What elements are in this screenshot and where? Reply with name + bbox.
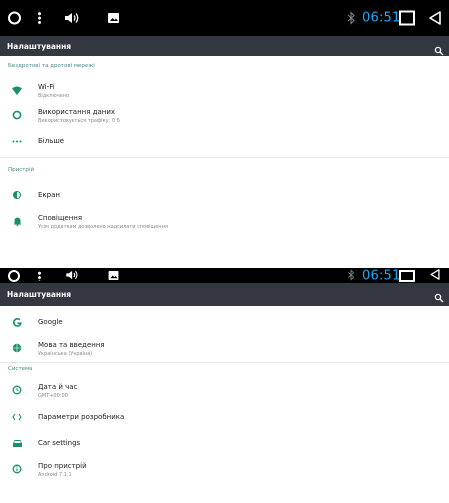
circle-icon[interactable] (8, 269, 20, 282)
status-bar: 06:51 (0, 0, 449, 36)
section-header-device: Пристрій (8, 167, 35, 173)
list-item-google[interactable]: Google (0, 310, 449, 334)
list-item-date-time[interactable]: Дата й час GMT+00:00 (0, 378, 449, 402)
clock-text: 06:51 (362, 268, 401, 283)
list-item-subtitle: GMT+00:00 (38, 393, 68, 399)
page-title: Налаштування (7, 41, 72, 51)
developer-icon (11, 411, 23, 423)
circle-icon[interactable] (8, 11, 21, 25)
settings-screenshot-bottom: 06:51 Налаштування Google Мова та введен… (0, 268, 449, 503)
google-icon (11, 316, 23, 328)
list-item-language[interactable]: Мова та введення Українська (Україна) (0, 336, 449, 360)
list-item-wifi[interactable]: Wi-Fi Відключено (0, 78, 449, 102)
list-item-car-settings[interactable]: Car settings (0, 431, 449, 455)
divider (0, 157, 449, 158)
clock-text: 06:51 (362, 10, 401, 26)
more-icon (11, 135, 23, 147)
back-icon[interactable] (429, 11, 441, 25)
square-icon[interactable] (399, 269, 415, 282)
settings-screenshot-top: 06:51 Налаштування Бездротові та дротові… (0, 0, 449, 248)
square-icon[interactable] (399, 10, 415, 26)
divider (0, 362, 449, 363)
app-toolbar: Налаштування (0, 36, 449, 56)
list-item-title: Екран (38, 191, 60, 199)
list-item-developer-options[interactable]: Параметри розробника (0, 405, 449, 429)
bluetooth-icon (347, 11, 355, 25)
list-item-subtitle: Українська (Україна) (38, 351, 93, 357)
page-title: Налаштування (7, 290, 72, 299)
search-icon[interactable] (434, 41, 444, 56)
data-usage-icon (11, 109, 23, 121)
info-icon (11, 463, 23, 475)
list-item-about-device[interactable]: Про пристрій Android 7.1.1 (0, 457, 449, 481)
list-item-title: Параметри розробника (38, 413, 125, 421)
section-header-wireless: Бездротові та дротові мережі (8, 63, 95, 69)
list-item-subtitle: Android 7.1.1 (38, 472, 72, 478)
clock-icon (11, 384, 23, 396)
list-item-title: Google (38, 318, 63, 326)
car-icon (11, 437, 23, 449)
brightness-icon (11, 189, 23, 201)
language-icon (11, 342, 23, 354)
image-icon[interactable] (108, 13, 119, 23)
status-bar: 06:51 (0, 268, 449, 283)
list-item-subtitle: Відключено (38, 93, 70, 99)
list-item-title: Сповіщення (38, 214, 83, 222)
list-item-more[interactable]: Більше (0, 129, 449, 153)
more-vertical-icon[interactable] (38, 11, 41, 25)
search-icon[interactable] (434, 288, 444, 303)
volume-icon[interactable] (65, 270, 81, 282)
bluetooth-icon (347, 269, 355, 282)
list-item-title: Про пристрій (38, 462, 87, 470)
list-item-subtitle: Усім додаткам дозволено надсилати сповіщ… (38, 224, 168, 230)
list-item-data-usage[interactable]: Використання даних Використовується траф… (0, 103, 449, 127)
list-item-title: Використання даних (38, 108, 116, 116)
list-item-title: Більше (38, 137, 65, 145)
list-item-subtitle: Використовується трафіку: 0 Б (38, 118, 121, 124)
back-icon[interactable] (429, 268, 441, 283)
list-item-title: Мова та введення (38, 341, 105, 349)
list-item-title: Wi-Fi (38, 83, 55, 91)
section-header-system: Система (8, 366, 33, 372)
notifications-icon (11, 215, 23, 227)
image-icon[interactable] (108, 270, 119, 281)
list-item-notifications[interactable]: Сповіщення Усім додаткам дозволено надси… (0, 209, 449, 233)
list-item-title: Дата й час (38, 383, 78, 391)
volume-icon[interactable] (65, 12, 81, 24)
list-item-display[interactable]: Екран (0, 183, 449, 207)
wifi-icon (11, 84, 23, 96)
app-toolbar: Налаштування (0, 283, 449, 306)
more-vertical-icon[interactable] (38, 270, 41, 281)
list-item-title: Car settings (38, 439, 81, 447)
